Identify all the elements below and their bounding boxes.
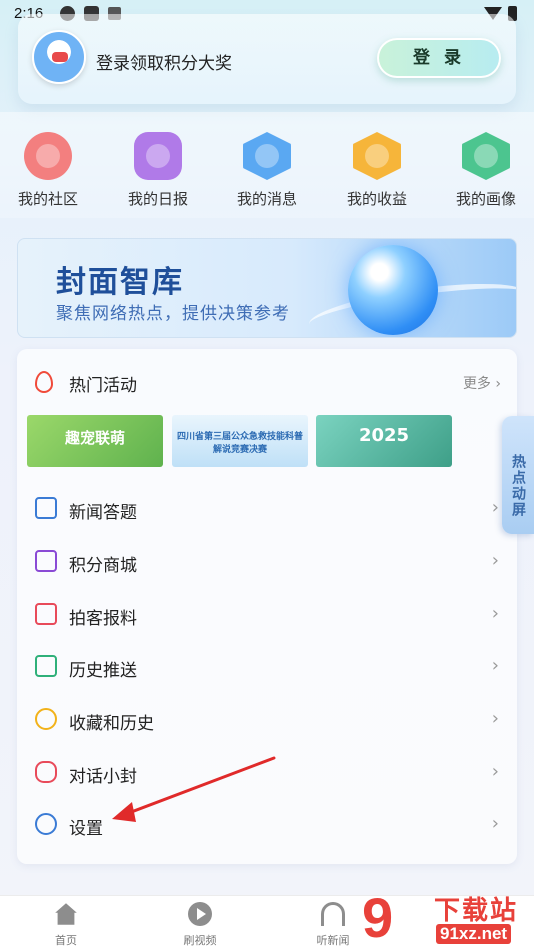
history-calendar-icon [35,655,57,677]
nav-label: 首页 [55,934,77,947]
hot-activities-title: 热门活动 [69,376,137,396]
menu-item-label: 设置 [69,819,103,839]
menu-item-label: 收藏和历史 [69,714,154,734]
camera-icon [35,603,57,625]
wallet-icon [353,132,401,180]
calendar-icon [134,132,182,180]
quick-access-row: 我的社区 我的日报 我的消息 我的收益 我的画像 [0,112,534,218]
quiz-icon [35,497,57,519]
quick-item-label: 我的收益 [346,190,407,208]
activity-thumbnails: 趣宠联萌 四川省第三届公众急救技能科普解说竞赛决赛 2025 [27,415,457,467]
menu-item-settings[interactable]: 设置 › [17,799,517,851]
menu-item-reporter-tips[interactable]: 拍客报料 › [17,589,517,641]
hot-activities-header: 热门活动 更多 › [17,361,517,401]
menu-item-news-quiz[interactable]: 新闻答题 › [17,483,517,535]
hot-screen-side-tab[interactable]: 热点动屏 [502,416,534,534]
menu-item-favorites-history[interactable]: 收藏和历史 › [17,694,517,746]
settings-hex-icon [35,813,57,835]
more-link[interactable]: 更多 › [463,373,501,393]
quick-item-messages[interactable]: 我的消息 [227,132,307,209]
avatar[interactable] [32,30,86,84]
nav-listen-news[interactable]: 听新闻 [298,902,368,948]
menu-item-label: 历史推送 [69,661,137,681]
chevron-right-icon: › [491,550,499,571]
quick-item-earnings[interactable]: 我的收益 [337,132,417,209]
headphones-icon [321,902,345,926]
watermark-title: 下载站 [434,896,519,926]
chat-bot-icon [35,761,57,783]
chevron-right-icon: › [491,497,499,518]
banner-title: 封面智库 [56,265,184,300]
watermark-url: 91xz.net [436,924,512,944]
watermark-logo: 9 [362,886,394,949]
menu-item-label: 拍客报料 [69,609,137,629]
quick-item-profile[interactable]: 我的画像 [446,132,526,209]
menu-card: 热门活动 更多 › 趣宠联萌 四川省第三届公众急救技能科普解说竞赛决赛 2025… [17,349,517,864]
menu-item-history-push[interactable]: 历史推送 › [17,641,517,693]
banner-subtitle: 聚焦网络热点，提供决策参考 [56,304,290,324]
menu-item-label: 积分商城 [69,556,137,576]
flame-icon [35,371,53,393]
shopping-bag-icon [35,550,57,572]
quick-item-label: 我的社区 [17,190,78,208]
quick-item-daily[interactable]: 我的日报 [118,132,198,209]
quick-item-community[interactable]: 我的社区 [8,132,88,209]
profile-chart-icon [462,132,510,180]
chevron-right-icon: › [491,708,499,729]
menu-item-chat-xiaofeng[interactable]: 对话小封 › [17,747,517,799]
chevron-right-icon: › [491,761,499,782]
message-icon [243,132,291,180]
activity-thumbnail[interactable]: 趣宠联萌 [27,415,163,467]
activity-thumbnail[interactable]: 四川省第三届公众急救技能科普解说竞赛决赛 [172,415,308,467]
nav-label: 刷视频 [183,934,217,947]
menu-item-label: 对话小封 [69,767,137,787]
think-tank-banner[interactable]: 封面智库 聚焦网络热点，提供决策参考 [17,238,517,338]
menu-item-points-mall[interactable]: 积分商城 › [17,536,517,588]
quick-item-label: 我的日报 [127,190,188,208]
login-prompt[interactable]: 登录领取积分大奖 [96,49,232,74]
planet-icon [24,132,72,180]
nav-label: 听新闻 [316,934,350,947]
nav-home[interactable]: 首页 [31,902,101,948]
banner-orb-graphic [348,245,438,335]
chevron-right-icon: › [491,813,499,834]
video-play-icon [188,902,212,926]
login-card: 登录领取积分大奖 登 录 [18,14,516,104]
nav-videos[interactable]: 刷视频 [165,902,235,948]
quick-item-label: 我的画像 [455,190,516,208]
activity-thumbnail[interactable]: 2025 [316,415,452,467]
site-watermark: 9 下载站 91xz.net [362,886,534,950]
quick-item-label: 我的消息 [236,190,297,208]
chevron-right-icon: › [491,603,499,624]
star-icon [35,708,57,730]
home-icon [55,903,77,925]
chevron-right-icon: › [491,655,499,676]
login-button[interactable]: 登 录 [377,38,501,78]
menu-item-label: 新闻答题 [69,503,137,523]
